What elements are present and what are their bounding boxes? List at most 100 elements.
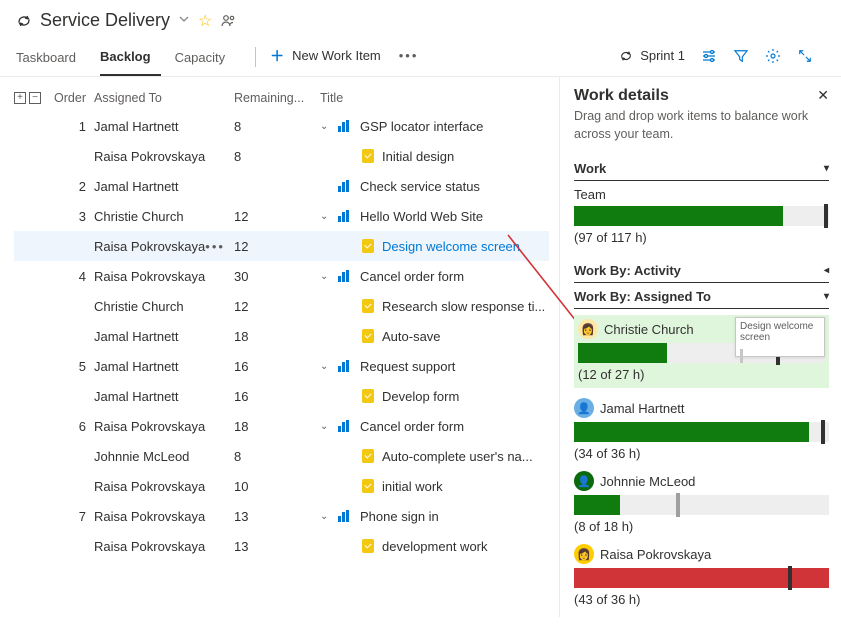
col-title[interactable]: Title [320,91,549,105]
cell-remaining: 12 [234,239,320,254]
tab-backlog[interactable]: Backlog [100,43,161,76]
tab-capacity[interactable]: Capacity [175,44,236,75]
chevron-down-icon[interactable] [178,13,190,28]
cell-title: Design welcome screen [320,239,549,254]
person-name: Raisa Pokrovskaya [600,547,711,562]
grid-header-row: + − Order Assigned To Remaining... Title [14,85,549,111]
cell-remaining: 8 [234,449,320,464]
task-icon [362,239,374,253]
expander-icon[interactable]: ⌄ [320,121,330,132]
cell-title: Auto-save [320,329,549,344]
expander-icon[interactable]: ⌄ [320,511,330,522]
cell-order: 6 [54,419,94,434]
backlog-item-icon [338,180,352,192]
fullscreen-icon[interactable] [797,48,813,64]
col-remaining[interactable]: Remaining... [234,91,320,105]
cell-order: 1 [54,119,94,134]
iteration-icon [618,48,634,64]
cell-title: ⌄Cancel order form [320,269,549,284]
grid-row[interactable]: 4Raisa Pokrovskaya30⌄Cancel order form [14,261,549,291]
expander-icon[interactable]: ⌄ [320,421,330,432]
cell-title: Initial design [320,149,549,164]
cell-title: Check service status [320,179,549,194]
section-by-activity[interactable]: Work By: Activity ◂ [574,263,829,283]
cell-order: 5 [54,359,94,374]
backlog-item-icon [338,120,352,132]
panel-subtitle: Drag and drop work items to balance work… [574,108,829,143]
drag-preview-card[interactable]: Design welcome screen [735,317,825,357]
grid-row[interactable]: 5Jamal Hartnett16⌄Request support [14,351,549,381]
cell-remaining: 16 [234,359,320,374]
more-actions-button[interactable]: ••• [399,48,419,71]
cell-assigned: Jamal Hartnett [94,359,234,374]
cell-remaining: 30 [234,269,320,284]
settings-icon[interactable] [701,48,717,64]
filter-icon[interactable] [733,48,749,64]
grid-row[interactable]: Raisa Pokrovskaya13development work [14,531,549,561]
person-capacity[interactable]: 👩Christie Church(12 of 27 h)Design welco… [574,315,829,388]
section-by-assigned[interactable]: Work By: Assigned To ▾ [574,289,829,309]
grid-row[interactable]: Raisa Pokrovskaya10initial work [14,471,549,501]
cell-assigned: Raisa Pokrovskaya [94,509,234,524]
grid-row[interactable]: 7Raisa Pokrovskaya13⌄Phone sign in [14,501,549,531]
backlog-grid: + − Order Assigned To Remaining... Title… [0,77,559,617]
cell-remaining: 10 [234,479,320,494]
grid-row[interactable]: Jamal Hartnett16Develop form [14,381,549,411]
expander-icon[interactable]: ⌄ [320,361,330,372]
cell-assigned: Johnnie McLeod [94,449,234,464]
cell-assigned: Raisa Pokrovskaya [94,149,234,164]
cell-order: 2 [54,179,94,194]
cell-title: ⌄Hello World Web Site [320,209,549,224]
person-capacity[interactable]: 👩Raisa Pokrovskaya(43 of 36 h) [574,544,829,607]
backlog-item-icon [338,360,352,372]
person-name: Jamal Hartnett [600,401,685,416]
cell-title: ⌄GSP locator interface [320,119,549,134]
cell-assigned: Raisa Pokrovskaya [94,479,234,494]
grid-row[interactable]: Raisa Pokrovskaya8Initial design [14,141,549,171]
grid-row[interactable]: Raisa Pokrovskaya•••12Design welcome scr… [14,231,549,261]
gear-icon[interactable] [765,48,781,64]
cell-assigned: Jamal Hartnett [94,179,234,194]
avatar: 👩 [578,319,598,339]
cell-title: Research slow response ti... [320,299,549,314]
close-icon[interactable]: ✕ [817,87,829,104]
col-assigned[interactable]: Assigned To [94,91,234,105]
new-work-item-button[interactable]: ＋ New Work Item [270,46,381,74]
person-capacity[interactable]: 👤Johnnie McLeod(8 of 18 h) [574,471,829,534]
person-bar [574,422,829,442]
grid-row[interactable]: 6Raisa Pokrovskaya18⌄Cancel order form [14,411,549,441]
task-icon [362,299,374,313]
caret-down-icon: ▾ [824,291,829,302]
expander-icon[interactable]: ⌄ [320,211,330,222]
person-text: (12 of 27 h) [578,367,825,382]
sprint-picker[interactable]: Sprint 1 [618,48,685,64]
backlog-item-icon [338,270,352,282]
cell-assigned: Christie Church [94,209,234,224]
cell-title: development work [320,539,549,554]
page-title: Service Delivery [40,10,170,31]
tab-taskboard[interactable]: Taskboard [16,44,86,75]
grid-row[interactable]: 1Jamal Hartnett8⌄GSP locator interface [14,111,549,141]
task-icon [362,449,374,463]
person-capacity[interactable]: 👤Jamal Hartnett(34 of 36 h) [574,398,829,461]
grid-row[interactable]: 2Jamal Hartnett Check service status [14,171,549,201]
section-work[interactable]: Work ▾ [574,161,829,181]
favorite-icon[interactable]: ☆ [198,11,212,31]
panel-title: Work details [574,87,669,105]
grid-row[interactable]: Johnnie McLeod8Auto-complete user's na..… [14,441,549,471]
grid-row[interactable]: Christie Church12Research slow response … [14,291,549,321]
expander-icon[interactable]: ⌄ [320,271,330,282]
team-icon[interactable] [220,13,236,29]
cell-remaining: 12 [234,209,320,224]
cell-title: ⌄Request support [320,359,549,374]
cell-assigned: Jamal Hartnett [94,389,234,404]
row-actions-button[interactable]: ••• [205,239,225,254]
grid-row[interactable]: 3Christie Church12⌄Hello World Web Site [14,201,549,231]
cell-remaining: 18 [234,329,320,344]
grid-row[interactable]: Jamal Hartnett18Auto-save [14,321,549,351]
col-order[interactable]: Order [54,91,94,105]
cell-remaining: 8 [234,119,320,134]
task-icon [362,539,374,553]
collapse-all-button[interactable]: − [29,92,41,104]
expand-all-button[interactable]: + [14,92,26,104]
